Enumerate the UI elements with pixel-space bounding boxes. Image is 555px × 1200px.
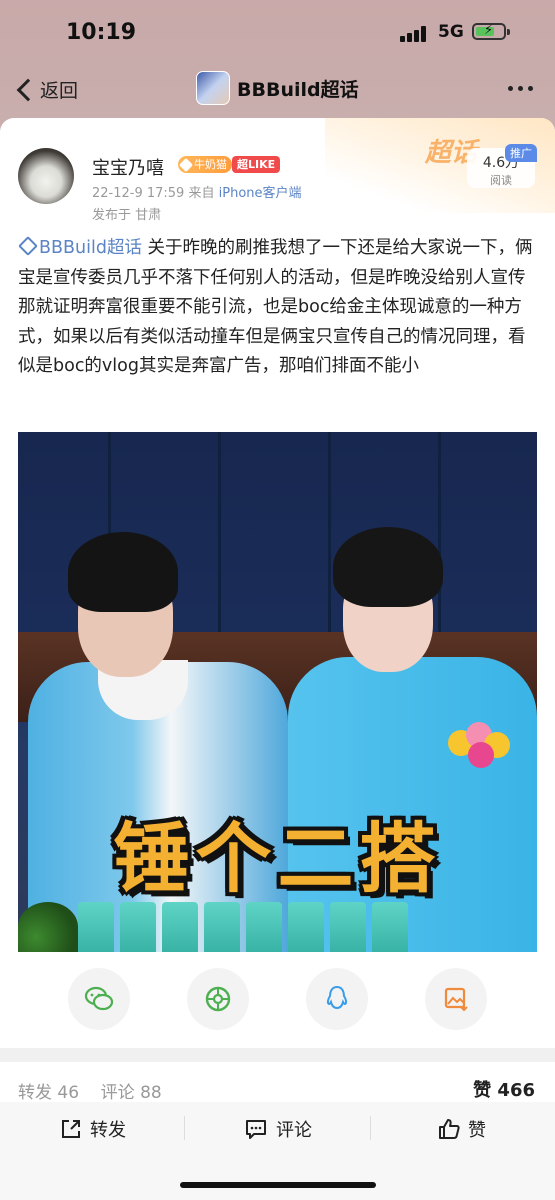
author-name[interactable]: 宝宝乃嘻 (92, 154, 164, 180)
battery-icon: ⚡ (472, 23, 506, 40)
share-out-icon (62, 1120, 80, 1138)
toy-flower (448, 722, 518, 772)
like-count-label: 赞 (473, 1080, 492, 1101)
more-options-icon[interactable] (508, 86, 533, 91)
repost-button[interactable]: 转发 (60, 1114, 126, 1144)
plant (18, 902, 78, 952)
post-source: iPhone客户端 (218, 186, 302, 201)
wechat-icon (84, 986, 114, 1011)
back-button[interactable]: 返回 (14, 76, 78, 103)
save-image-icon (444, 987, 468, 1012)
post-location: 发布于 甘肃 (92, 208, 162, 223)
like-button[interactable]: 赞 (438, 1114, 486, 1144)
repost-label: 转发 (90, 1120, 126, 1141)
product-bottles (78, 902, 408, 952)
stats-left: 转发 46 评论 88 (18, 1078, 162, 1103)
nav-title-group[interactable]: BBBuild超话 (196, 71, 359, 105)
like-count: 466 (497, 1080, 535, 1101)
signal-icon (400, 26, 430, 42)
fan-badge[interactable]: 牛奶猫 (178, 156, 232, 173)
source-prefix: 来自 (188, 186, 215, 201)
post-text: 关于昨晚的刷推我想了一下还是给大家说一下，俩宝是宣传委员几乎不落下任何别人的活动… (18, 238, 533, 376)
status-time: 10:19 (66, 20, 137, 45)
divider (184, 1116, 185, 1140)
like-badge[interactable]: 超LIKE (232, 156, 281, 173)
read-label: 阅读 (490, 174, 512, 187)
battery-tip (507, 29, 510, 35)
topic-link[interactable]: BBBuild超话 (18, 236, 142, 258)
post-meta: 22-12-9 17:59 来自 iPhone客户端 (92, 182, 302, 201)
thumbs-up-icon (439, 1119, 460, 1139)
topic-link-label: BBBuild超话 (39, 238, 142, 258)
comment-label: 评论 (276, 1120, 312, 1141)
post-image[interactable]: 锤个二搭 (18, 432, 537, 952)
post-stats: 转发 46 评论 88 赞 466 (0, 1062, 555, 1103)
author-avatar[interactable] (18, 148, 74, 204)
post-card: 超话 4.6万 阅读 推广 宝宝乃嘻 牛奶猫 超LIKE 22-12-9 17:… (0, 118, 555, 1048)
divider (370, 1116, 371, 1140)
promo-badge[interactable]: 推广 (505, 144, 537, 162)
navigation-bar: 返回 BBBuild超话 (0, 62, 555, 118)
like-label: 赞 (468, 1120, 486, 1141)
chevron-left-icon (16, 78, 40, 101)
fan-badge-label: 牛奶猫 (194, 158, 227, 171)
supertopic-icon (18, 236, 38, 256)
moments-icon (205, 986, 231, 1012)
qq-icon (326, 985, 348, 1010)
status-bar: 10:19 5G ⚡ (0, 0, 555, 62)
post-timestamp: 22-12-9 17:59 (92, 186, 185, 201)
comment-count[interactable]: 评论 88 (101, 1083, 162, 1103)
share-wechat-button[interactable] (68, 968, 130, 1030)
back-label: 返回 (40, 80, 79, 102)
network-type: 5G (438, 22, 464, 42)
home-indicator[interactable] (180, 1182, 376, 1188)
comment-button[interactable]: 评论 (244, 1114, 312, 1144)
image-caption: 锤个二搭 (113, 814, 442, 903)
like-count-group[interactable]: 赞 466 (473, 1076, 535, 1102)
section-divider (0, 1048, 555, 1062)
repost-count[interactable]: 转发 46 (18, 1083, 79, 1103)
supertopic-avatar (196, 71, 230, 105)
share-row (0, 968, 555, 1032)
share-moments-button[interactable] (187, 968, 249, 1030)
save-image-button[interactable] (425, 968, 487, 1030)
comment-icon (246, 1120, 266, 1139)
diamond-icon (178, 157, 194, 172)
share-qq-button[interactable] (306, 968, 368, 1030)
nav-title: BBBuild超话 (237, 78, 359, 101)
post-body: BBBuild超话 关于昨晚的刷推我想了一下还是给大家说一下，俩宝是宣传委员几乎… (18, 234, 538, 382)
